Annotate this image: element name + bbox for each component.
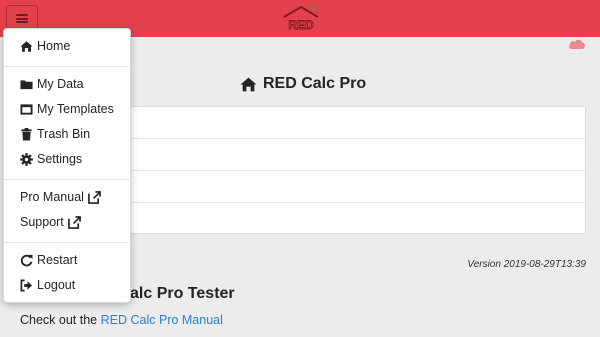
home-icon — [20, 40, 33, 52]
menu-item-settings[interactable]: Settings — [20, 152, 82, 166]
menu-item-label: My Data — [37, 77, 84, 91]
menu-item-support[interactable]: Support — [20, 215, 81, 229]
trash-icon — [21, 127, 32, 141]
menu-divider — [4, 66, 130, 67]
version-label: Version 2019-08-29T13:39 — [467, 259, 586, 270]
menu-item-home[interactable]: Home — [20, 39, 70, 53]
home-icon — [240, 77, 257, 91]
menu-item-restart[interactable]: Restart — [20, 253, 77, 267]
menu-item-label: Restart — [37, 253, 78, 267]
menu-item-trash-bin[interactable]: Trash Bin — [20, 127, 90, 141]
window-icon — [20, 103, 33, 115]
logo-text: RED — [288, 18, 314, 32]
external-link-icon — [67, 215, 81, 229]
menu-item-pro-manual[interactable]: Pro Manual — [20, 190, 101, 204]
menu-item-my-data[interactable]: My Data — [20, 77, 84, 91]
manual-link[interactable]: RED Calc Pro Manual — [101, 313, 223, 327]
menu-item-label: Pro Manual — [20, 190, 84, 204]
menu-item-label: Trash Bin — [37, 127, 91, 141]
checkout-text: Check out the RED Calc Pro Manual — [20, 313, 223, 327]
menu-divider — [4, 242, 130, 243]
hamburger-icon — [16, 14, 28, 23]
page-title: RED Calc Pro — [240, 75, 366, 93]
menu-item-label: Support — [20, 215, 64, 229]
logout-icon — [20, 279, 33, 291]
restart-icon — [20, 254, 33, 266]
cloud-icon[interactable] — [568, 38, 586, 50]
menu-item-my-templates[interactable]: My Templates — [20, 102, 114, 116]
tester-heading: alc Pro Tester — [130, 285, 235, 302]
menu-item-label: Home — [37, 39, 71, 53]
page-title-text: RED Calc Pro — [263, 75, 367, 92]
checkout-prefix: Check out the — [20, 313, 101, 327]
menu-divider — [4, 179, 130, 180]
menu-item-label: My Templates — [37, 102, 114, 116]
folder-icon — [20, 79, 33, 89]
nav-dropdown-menu: Home My Data My Templates Trash Bin Sett… — [3, 28, 131, 303]
menu-item-label: Logout — [37, 278, 76, 292]
menu-item-logout[interactable]: Logout — [20, 278, 75, 292]
red-logo[interactable]: RED — [280, 4, 322, 34]
menu-item-label: Settings — [37, 152, 83, 166]
gear-icon — [20, 152, 33, 166]
external-link-icon — [88, 190, 101, 204]
